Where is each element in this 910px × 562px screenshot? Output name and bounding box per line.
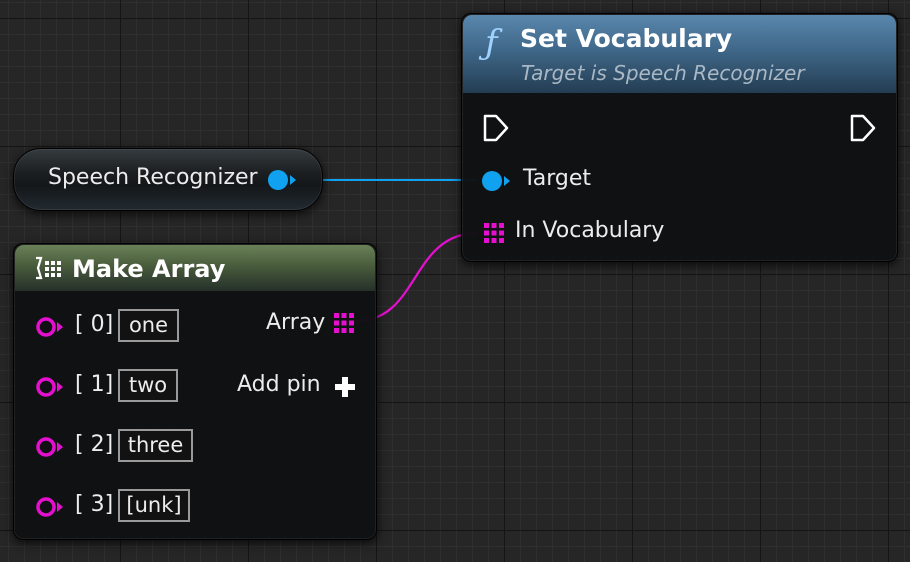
array-output-pin[interactable] — [333, 312, 355, 334]
item-3-value-field[interactable]: [unk] — [118, 489, 190, 522]
in-vocabulary-pin-label: In Vocabulary — [515, 218, 665, 243]
item-0-input-pin[interactable] — [35, 316, 65, 338]
target-input-pin[interactable] — [480, 170, 512, 192]
item-1-index-label: [ 1] — [75, 372, 114, 397]
item-0-index-label: [ 0] — [75, 312, 114, 337]
item-2-index-label: [ 2] — [75, 432, 114, 457]
item-3-index-label: [ 3] — [75, 492, 114, 517]
in-vocabulary-array-pin[interactable] — [483, 222, 505, 244]
function-icon: ƒ — [485, 23, 498, 63]
blueprint-graph-canvas[interactable]: Speech Recognizer ƒ Set Vocabulary Targe… — [0, 0, 910, 562]
target-pin-label: Target — [523, 166, 592, 191]
array-output-label: Array — [266, 310, 326, 335]
plus-icon — [335, 377, 355, 397]
item-1-input-pin[interactable] — [35, 376, 65, 398]
set-vocabulary-node[interactable]: ƒ Set Vocabulary Target is Speech Recogn… — [461, 13, 898, 262]
make-array-title: Make Array — [72, 255, 226, 283]
item-0-value-field[interactable]: one — [118, 309, 179, 342]
make-array-header: Make Array — [15, 245, 375, 291]
set-vocabulary-title: Set Vocabulary — [520, 24, 733, 53]
speech-recognizer-label: Speech Recognizer — [48, 165, 258, 190]
item-2-input-pin[interactable] — [35, 436, 65, 458]
make-array-node[interactable]: Make Array [ 0] one [ 1] two [ 2] three … — [13, 243, 377, 540]
make-array-icon — [36, 256, 61, 280]
exec-input-pin[interactable] — [482, 113, 510, 143]
speech-recognizer-node[interactable]: Speech Recognizer — [13, 148, 323, 211]
speech-recognizer-output-pin[interactable] — [267, 169, 297, 191]
add-pin-label: Add pin — [237, 372, 321, 397]
add-pin-button[interactable]: Add pin — [237, 372, 355, 402]
item-3-input-pin[interactable] — [35, 496, 65, 518]
set-vocabulary-subtitle: Target is Speech Recognizer — [521, 61, 805, 85]
item-2-value-field[interactable]: three — [118, 429, 193, 462]
exec-output-pin[interactable] — [849, 113, 877, 143]
item-1-value-field[interactable]: two — [118, 369, 178, 402]
set-vocabulary-header: ƒ Set Vocabulary Target is Speech Recogn… — [463, 15, 896, 93]
